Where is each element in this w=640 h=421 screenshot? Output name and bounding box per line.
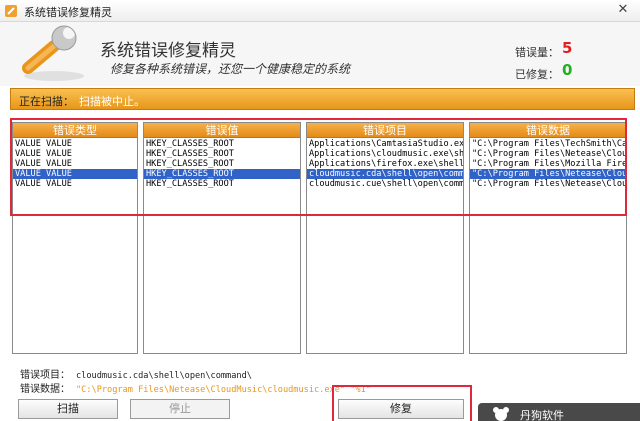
list-item[interactable]: VALUE VALUE — [13, 139, 137, 149]
detail-item-line: 错误项目： cloudmusic.cda\shell\open\command\ — [20, 366, 252, 381]
list-item[interactable]: HKEY_CLASSES_ROOT — [144, 149, 300, 159]
close-button[interactable]: ✕ — [614, 2, 632, 18]
error-item-column[interactable]: 错误项目 Applications\CamtasiaStudio.exe\ Ap… — [306, 122, 464, 354]
list-item[interactable]: Applications\firefox.exe\shell\ — [307, 159, 463, 169]
list-item[interactable]: HKEY_CLASSES_ROOT — [144, 159, 300, 169]
error-value-column[interactable]: 错误值 HKEY_CLASSES_ROOT HKEY_CLASSES_ROOT … — [143, 122, 301, 354]
column-header[interactable]: 错误项目 — [307, 123, 463, 138]
app-subtitle: 修复各种系统错误，还您一个健康稳定的系统 — [110, 62, 351, 76]
list-item[interactable]: HKEY_CLASSES_ROOT — [144, 179, 300, 189]
column-list[interactable]: VALUE VALUE VALUE VALUE VALUE VALUE VALU… — [13, 138, 137, 189]
list-item[interactable]: Applications\CamtasiaStudio.exe\ — [307, 139, 463, 149]
list-item[interactable]: HKEY_CLASSES_ROOT — [144, 139, 300, 149]
list-item-selected[interactable]: cloudmusic.cda\shell\open\command — [307, 169, 463, 179]
detail-data-line: 错误数据： "C:\Program Files\Netease\CloudMusi… — [20, 380, 371, 395]
list-item[interactable]: "C:\Program Files\Netease\Cloud — [470, 149, 626, 159]
scan-label: 正在扫描： — [19, 95, 74, 108]
header: 系统错误修复精灵 修复各种系统错误，还您一个健康稳定的系统 错误量： 5 已修复… — [0, 22, 640, 86]
error-count-value: 5 — [562, 39, 573, 57]
window-title: 系统错误修复精灵 — [24, 6, 112, 19]
column-list[interactable]: HKEY_CLASSES_ROOT HKEY_CLASSES_ROOT HKEY… — [144, 138, 300, 189]
list-item[interactable]: "C:\Program Files\TechSmith\Cam — [470, 139, 626, 149]
detail-data-label: 错误数据： — [20, 384, 70, 395]
list-item[interactable]: VALUE VALUE — [13, 149, 137, 159]
title-bar: 系统错误修复精灵 ✕ — [0, 0, 640, 22]
repair-button[interactable]: 修复 — [338, 399, 464, 419]
list-item[interactable]: VALUE VALUE — [13, 159, 137, 169]
fixed-count-label: 已修复： — [515, 68, 559, 81]
detail-data-value: "C:\Program Files\Netease\CloudMusic\clo… — [76, 385, 371, 395]
column-header[interactable]: 错误数据 — [470, 123, 626, 138]
list-item[interactable]: Applications\cloudmusic.exe\shel — [307, 149, 463, 159]
column-list[interactable]: "C:\Program Files\TechSmith\Cam "C:\Prog… — [470, 138, 626, 189]
error-data-column[interactable]: 错误数据 "C:\Program Files\TechSmith\Cam "C:… — [469, 122, 627, 354]
fixed-count-value: 0 — [562, 61, 573, 79]
list-item-selected[interactable]: VALUE VALUE — [13, 169, 137, 179]
app-icon — [5, 5, 17, 17]
close-icon: ✕ — [617, 2, 629, 17]
list-item[interactable]: VALUE VALUE — [13, 179, 137, 189]
dog-logo-icon — [493, 407, 509, 421]
column-list[interactable]: Applications\CamtasiaStudio.exe\ Applica… — [307, 138, 463, 189]
list-item[interactable]: "C:\Program Files\Mozilla Firef — [470, 159, 626, 169]
list-item-selected[interactable]: HKEY_CLASSES_ROOT — [144, 169, 300, 179]
column-header[interactable]: 错误值 — [144, 123, 300, 138]
watermark: 丹狗软件 — [478, 403, 640, 421]
scan-button[interactable]: 扫描 — [18, 399, 118, 419]
stop-button[interactable]: 停止 — [130, 399, 230, 419]
column-header[interactable]: 错误类型 — [13, 123, 137, 138]
error-count-label: 错误量： — [515, 46, 559, 59]
list-item[interactable]: cloudmusic.cue\shell\open\comman — [307, 179, 463, 189]
scan-status-bar: 正在扫描： 扫描被中止。 — [10, 88, 635, 110]
list-item-selected[interactable]: "C:\Program Files\Netease\Cloud — [470, 169, 626, 179]
list-item[interactable]: "C:\Program Files\Netease\Cloud — [470, 179, 626, 189]
wrench-icon — [22, 25, 84, 81]
watermark-text: 丹狗软件 — [520, 409, 564, 421]
scan-status: 扫描被中止。 — [79, 95, 145, 108]
error-type-column[interactable]: 错误类型 VALUE VALUE VALUE VALUE VALUE VALUE… — [12, 122, 138, 354]
app-title: 系统错误修复精灵 — [100, 41, 236, 61]
